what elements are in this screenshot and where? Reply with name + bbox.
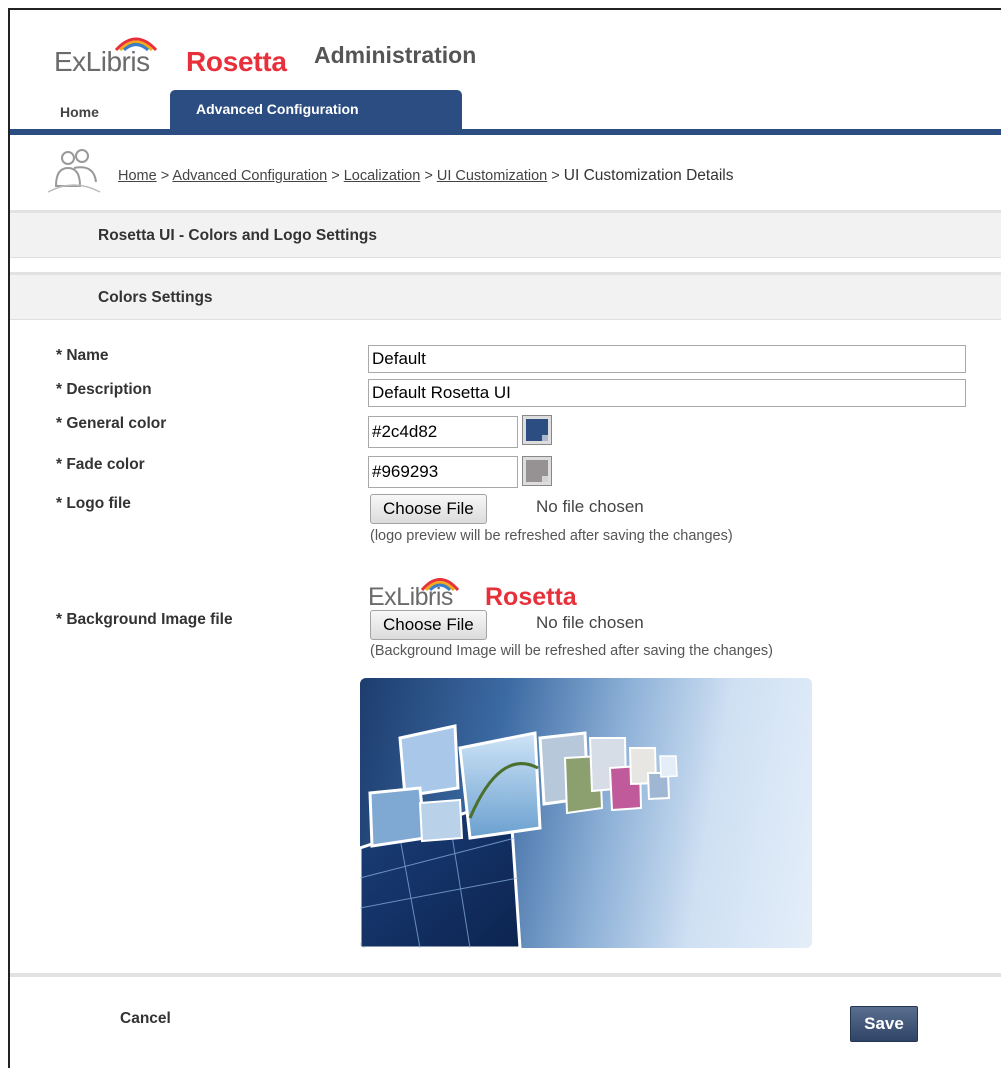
app-header: ExLibris Rosetta Administration [10,10,1001,90]
tab-bar: Home [10,90,1001,130]
breadcrumb-current: UI Customization Details [563,167,734,184]
breadcrumb-separator: > [551,168,560,184]
breadcrumb-separator: > [160,168,170,184]
general-color-field[interactable] [368,416,518,448]
general-color-picker[interactable] [522,415,552,445]
users-icon [47,149,101,193]
breadcrumb-link-home[interactable]: Home [118,168,157,184]
background-collage-image [360,724,678,948]
logo-preview-rosetta-text: Rosetta [485,583,577,611]
fade-color-field[interactable] [368,456,518,488]
background-file-label: * Background Image file [56,611,233,628]
background-file-status: No file chosen [536,613,644,632]
cancel-button[interactable]: Cancel [120,1010,171,1028]
page-section-header: Rosetta UI - Colors and Logo Settings [10,210,1001,258]
general-color-label: * General color [56,415,167,432]
page-title: Rosetta UI - Colors and Logo Settings [98,227,378,244]
breadcrumb: Home > Advanced Configuration > Localiza… [118,167,733,185]
tab-advanced-configuration[interactable]: Advanced Configuration [170,90,462,129]
app-frame: ExLibris Rosetta Administration Home Adv… [8,8,1001,1068]
app-title: Administration [314,42,477,68]
fade-color-swatch [526,460,548,482]
logo-preview-exlibris-text: ExLibris [368,583,453,611]
fade-color-picker[interactable] [522,456,552,486]
background-file-hint: (Background Image will be refreshed afte… [370,643,773,659]
colors-section-header: Colors Settings [10,272,1001,320]
logo-file-hint: (logo preview will be refreshed after sa… [370,528,733,544]
breadcrumb-link-ui-customization[interactable]: UI Customization [437,168,547,184]
logo-file-status: No file chosen [536,497,644,516]
logo-choose-file-button[interactable]: Choose File [370,494,487,524]
colors-section-title: Colors Settings [98,289,213,306]
footer-divider [10,973,1001,977]
tab-home[interactable]: Home [60,104,99,120]
name-label: * Name [56,347,109,364]
breadcrumb-separator: > [424,168,433,184]
breadcrumb-separator: > [331,168,340,184]
fade-color-label: * Fade color [56,456,145,473]
description-label: * Description [56,381,152,398]
background-choose-file-button[interactable]: Choose File [370,610,487,640]
breadcrumb-link-localization[interactable]: Localization [344,168,421,184]
save-button[interactable]: Save [850,1006,918,1042]
name-field[interactable] [368,345,966,373]
logo-file-label: * Logo file [56,495,131,512]
background-image-preview [360,678,812,948]
logo-rosetta-text: Rosetta [186,46,287,77]
general-color-swatch [526,419,548,441]
breadcrumb-link-advanced-configuration[interactable]: Advanced Configuration [172,168,327,184]
logo-exlibris-text: ExLibris [54,46,150,77]
description-field[interactable] [368,379,966,407]
